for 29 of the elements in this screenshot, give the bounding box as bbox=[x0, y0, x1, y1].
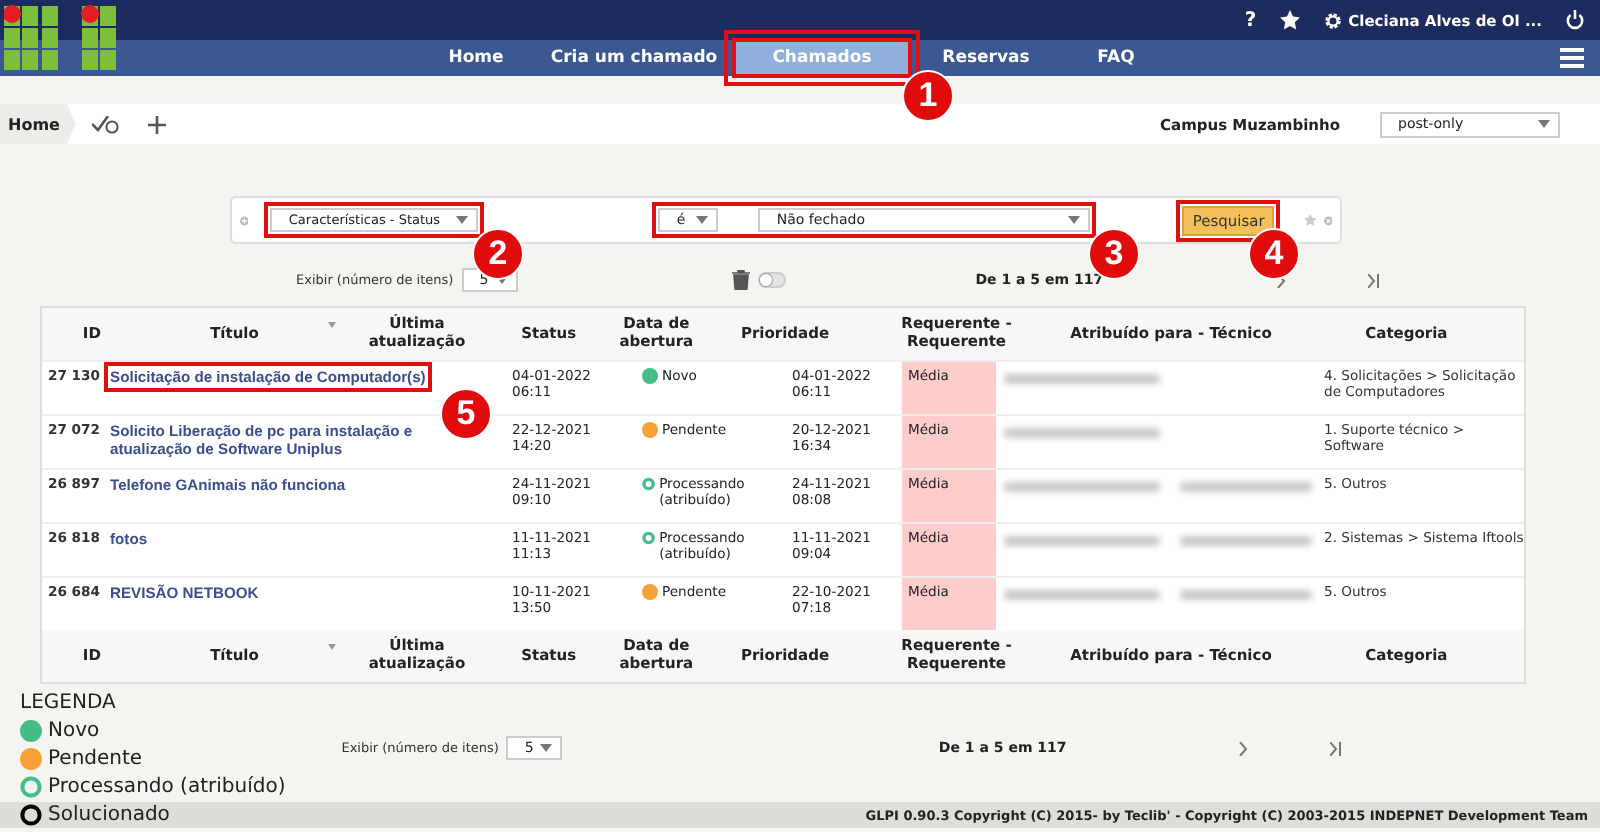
legend-title: LEGENDA bbox=[20, 692, 118, 714]
caret-icon bbox=[456, 216, 469, 224]
power-icon[interactable] bbox=[1566, 10, 1584, 30]
trash-icon[interactable] bbox=[731, 270, 750, 290]
caret-icon bbox=[1538, 120, 1550, 128]
legend-label: Solucionado bbox=[48, 804, 170, 826]
next-page-icon[interactable] bbox=[1238, 741, 1249, 755]
nav-tab[interactable]: Cria um chamado bbox=[536, 38, 732, 78]
star-icon[interactable] bbox=[1304, 210, 1318, 230]
nav-tab[interactable]: FAQ bbox=[1060, 38, 1172, 78]
add-icon[interactable] bbox=[147, 115, 166, 133]
caret-icon bbox=[1068, 216, 1081, 224]
legend-label: Novo bbox=[48, 720, 100, 742]
caret-icon bbox=[696, 216, 709, 224]
check-clock-icon[interactable] bbox=[91, 115, 120, 133]
settings-icon bbox=[1324, 11, 1343, 29]
menu-icon[interactable] bbox=[1560, 48, 1584, 68]
last-page-icon[interactable] bbox=[1330, 741, 1343, 755]
legend-label: Pendente bbox=[48, 748, 143, 770]
toggle-switch[interactable] bbox=[757, 272, 786, 288]
star-icon[interactable] bbox=[1280, 10, 1301, 30]
last-page-icon[interactable] bbox=[1367, 273, 1380, 287]
callout-badge: 4 bbox=[1248, 228, 1300, 280]
nav-tab[interactable]: Home bbox=[416, 38, 536, 78]
legend-label: Processando (atribuído) bbox=[48, 776, 286, 798]
help-icon[interactable]: ? bbox=[1244, 9, 1257, 31]
caret-icon bbox=[540, 744, 553, 752]
breadcrumb-home[interactable]: Home bbox=[0, 104, 76, 144]
logo-drawing bbox=[4, 4, 116, 72]
